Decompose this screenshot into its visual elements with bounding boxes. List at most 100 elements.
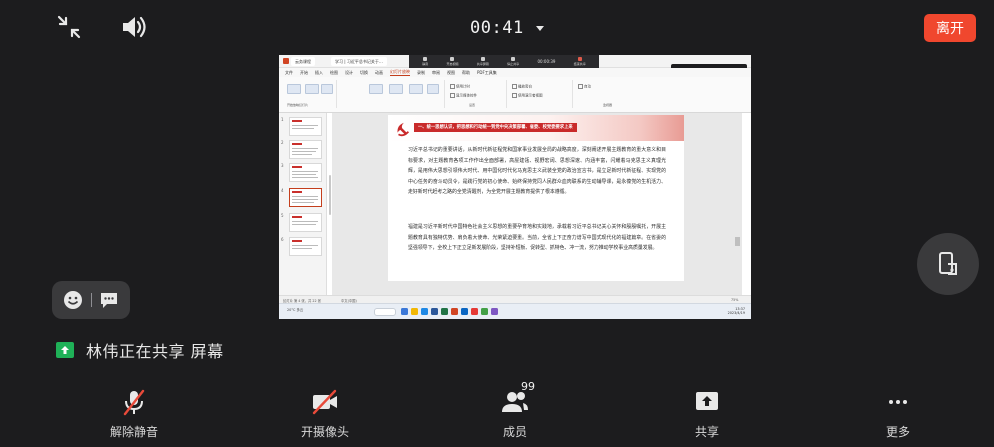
ribbon-checkbox: 显示媒体控件: [450, 93, 477, 99]
meeting-floating-toolbar: 静音 开启视频 共享屏幕 停止共享 00:00:39 结束共享: [409, 55, 599, 68]
share-screen-icon: [696, 392, 718, 410]
taskbar-weather: 20°C 多云: [287, 308, 304, 312]
share-status-text: 林伟正在共享 屏幕: [86, 342, 224, 361]
thumbnails-scrollbar: [329, 175, 331, 215]
leave-button[interactable]: 离开: [924, 14, 976, 42]
slide-paragraph: 习近平总书记的重要讲话，从新时代新征程党和国家事业发展全局的战略高度，深刻阐述开…: [408, 147, 666, 196]
chat-message-icon[interactable]: [98, 289, 120, 311]
powerpoint-logo-icon: [283, 58, 289, 64]
screen-share-status: 林伟正在共享 屏幕: [56, 339, 224, 361]
more-button[interactable]: 更多: [848, 378, 948, 447]
members-icon-wrap: 99: [499, 380, 535, 418]
ribbon-checkbox: 播放旁白: [512, 84, 532, 90]
menu-item: 帮助: [462, 69, 470, 75]
powerpoint-app-icon: [451, 308, 458, 315]
zoom-level: 75%: [731, 298, 739, 302]
windows-taskbar: 20°C 多云 13:37 2023/4/19: [279, 303, 751, 319]
shared-app-statusbar: 幻灯片 第 4 张，共 22 张 中文(中国) 75%: [279, 295, 751, 303]
shared-app-menubar: 文件 开始 插入 绘图 设计 切换 动画 幻灯片放映 录制 审阅 视图 帮助 P…: [279, 68, 751, 77]
menu-item: 审阅: [432, 69, 440, 75]
menu-item: 录制: [417, 69, 425, 75]
menu-item: 开始: [300, 69, 308, 75]
slide-canvas: 一、统一思想认识，把思想和行动统一到党中央决策部署、省委、校党委要求上来 习近平…: [332, 113, 742, 303]
slide-paragraph: 福建是习近平新时代中国特色社会主义思想的重要孕育地和实践地，承载着习近平总书记关…: [408, 224, 666, 252]
ribbon-checkbox: 使用演示者视图: [512, 93, 543, 99]
top-bar: 00:41 离开: [0, 0, 994, 56]
current-slide: 一、统一思想认识，把思想和行动统一到党中央决策部署、省委、校党委要求上来 习近平…: [388, 115, 684, 281]
menu-item: PDF工具集: [477, 69, 497, 75]
meeting-app: 00:41 离开 云务课程 学习 | 习近平总书记关于… 静音 开启视频 共享屏…: [0, 0, 994, 447]
pdf-app-icon: [471, 308, 478, 315]
slide-thumbnail: [289, 213, 322, 232]
meeting-toolbar-timer: 00:00:39: [537, 59, 556, 64]
speaker-icon[interactable]: [120, 13, 148, 41]
bottom-toolbar: 解除静音 开摄像头 99 成员 共享 更多: [0, 378, 994, 447]
more-options-icon: [889, 400, 907, 404]
shared-app-titlebar: 云务课程 学习 | 习近平总书记关于… 静音 开启视频 共享屏幕 停止共享 00…: [279, 55, 751, 79]
meeting-tool: 开启视频: [446, 57, 459, 66]
meeting-tool: 停止共享: [507, 57, 519, 66]
emoji-reaction-icon[interactable]: [62, 289, 84, 311]
ribbon-button-icon: [321, 84, 333, 94]
party-emblem-icon: [397, 122, 410, 137]
file-explorer-icon: [411, 308, 418, 315]
thumbnail-number: 1: [281, 117, 284, 122]
start-camera-button[interactable]: 开摄像头: [275, 378, 375, 447]
wechat-app-icon: [481, 308, 488, 315]
slide-heading: 一、统一思想认识，把思想和行动统一到党中央决策部署、省委、校党委要求上来: [414, 123, 577, 132]
ribbon-group-label: 监视器: [603, 103, 613, 107]
meeting-tool: 共享屏幕: [477, 57, 489, 66]
switch-audio-device-button[interactable]: [917, 233, 979, 295]
thumbnail-number: 4: [281, 188, 284, 193]
share-screen-indicator-icon: [56, 342, 74, 358]
menu-item: 动画: [375, 69, 383, 75]
pill-divider: [90, 293, 92, 307]
ribbon-button-icon: [369, 84, 383, 94]
ribbon-group-label: 开始放映幻灯片: [287, 103, 309, 107]
ribbon-button-icon: [427, 84, 439, 94]
menu-item: 视图: [447, 69, 455, 75]
ribbon-button-icon: [409, 84, 423, 94]
slide-thumbnails-panel: 1 2 3 4 5 6: [279, 113, 331, 303]
camera-off-icon: [312, 389, 337, 415]
members-button[interactable]: 99 成员: [465, 378, 565, 447]
ribbon-checkbox: 使用计时: [450, 84, 470, 90]
start-camera-label: 开摄像头: [300, 425, 349, 439]
slide-thumbnail: [289, 163, 322, 182]
slide-thumbnail: [289, 117, 322, 136]
shared-tab: 云务课程: [291, 57, 315, 66]
thumbnail-number: 2: [281, 140, 284, 145]
meeting-tool: 静音: [422, 57, 428, 66]
share-button[interactable]: 共享: [657, 378, 757, 447]
meeting-timer-dropdown[interactable]: 00:41: [470, 12, 546, 44]
ribbon-button-icon: [287, 84, 301, 94]
unmute-label: 解除静音: [109, 425, 158, 439]
meeting-tool: 结束共享: [574, 57, 586, 66]
taskbar-clock: 13:37 2023/4/19: [728, 307, 745, 315]
windows-start-icon: [401, 308, 408, 315]
members-count-badge: 99: [521, 380, 535, 393]
taskbar-date: 2023/4/19: [727, 311, 745, 315]
slide-thumbnail: [289, 140, 322, 159]
unmute-button[interactable]: 解除静音: [84, 378, 184, 447]
phone-speaker-icon: [939, 252, 957, 275]
exit-fullscreen-icon[interactable]: [56, 14, 82, 40]
word-app-icon: [431, 308, 438, 315]
thumbnail-number: 5: [281, 213, 284, 218]
caret-down-icon: [535, 26, 544, 31]
ribbon-button-icon: [305, 84, 319, 94]
canvas-scrollbar: [735, 237, 740, 246]
shared-tab: 学习 | 习近平总书记关于…: [331, 57, 387, 66]
shared-screen-view[interactable]: 云务课程 学习 | 习近平总书记关于… 静音 开启视频 共享屏幕 停止共享 00…: [279, 55, 751, 319]
menu-item: 切换: [360, 69, 368, 75]
thumbnail-number: 3: [281, 163, 284, 168]
meeting-timer: 00:41: [470, 18, 524, 38]
ribbon-group: 使用计时 显示媒体控件 设置: [447, 80, 507, 108]
meeting-app-icon: [461, 308, 468, 315]
taskbar-app-icon: [491, 308, 498, 315]
shared-app-ribbon: 开始放映幻灯片 使用计时 显示媒体控件 设置 播放旁白 使用演示者视图 自动 监…: [279, 77, 751, 113]
menu-item-active: 幻灯片放映: [390, 69, 410, 76]
menu-item: 设计: [345, 69, 353, 75]
menu-item: 文件: [285, 69, 293, 75]
share-label: 共享: [694, 425, 719, 439]
